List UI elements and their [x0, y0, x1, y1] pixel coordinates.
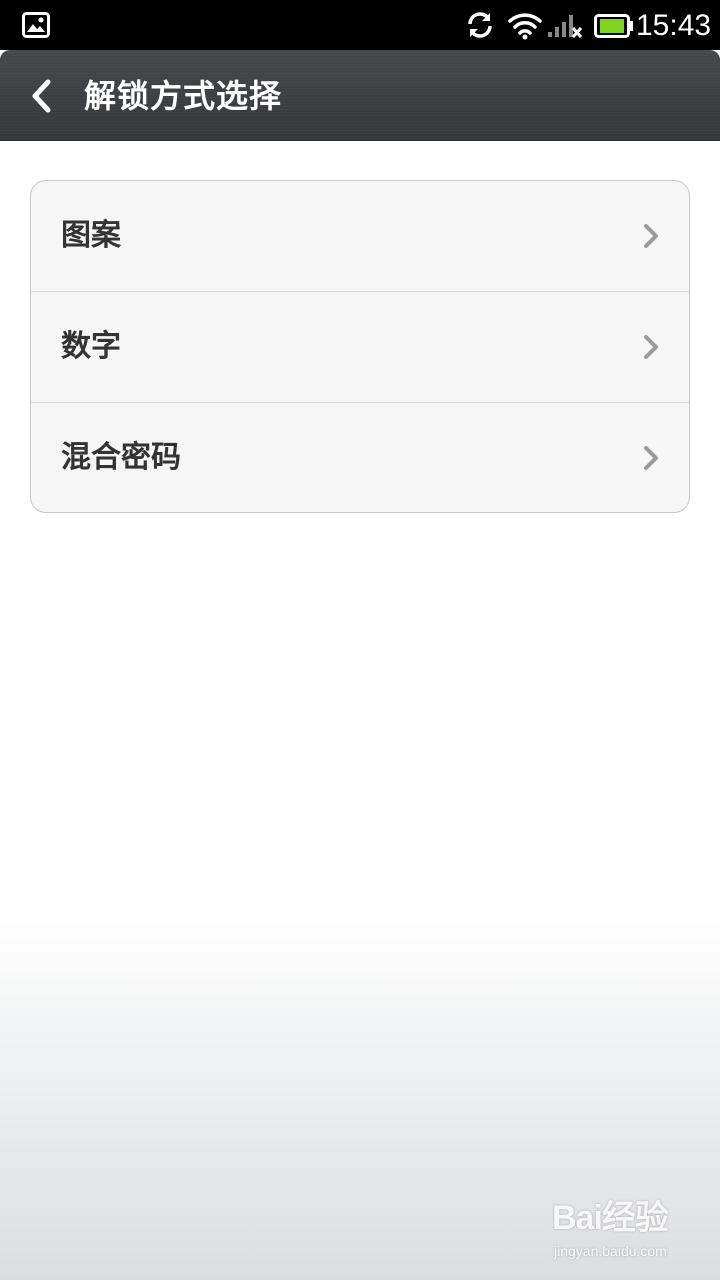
option-pin[interactable]: 数字 — [31, 292, 689, 402]
baidu-jingyan-watermark: Bai经验 jingyan.baidu.com — [552, 1198, 692, 1268]
back-button[interactable] — [22, 72, 66, 120]
option-label: 图案 — [61, 218, 121, 253]
watermark-brand: Bai经验 — [552, 1199, 669, 1237]
title-bar: 解锁方式选择 — [0, 50, 720, 140]
battery-icon — [594, 14, 633, 38]
gallery-icon — [22, 12, 50, 38]
signal-icon — [548, 15, 583, 38]
chevron-left-icon — [32, 79, 51, 113]
option-pattern[interactable]: 图案 — [31, 181, 689, 291]
status-bar: 15:43 — [0, 0, 720, 50]
unlock-method-list: 图案 数字 混合密码 — [30, 180, 690, 513]
wifi-icon — [508, 13, 542, 40]
option-password[interactable]: 混合密码 — [31, 403, 689, 512]
status-time: 15:43 — [636, 9, 712, 42]
sync-icon — [468, 12, 492, 38]
chevron-right-icon — [644, 335, 658, 359]
chevron-right-icon — [644, 224, 658, 248]
chevron-right-icon — [644, 446, 658, 470]
option-label: 混合密码 — [61, 440, 181, 475]
page-title: 解锁方式选择 — [84, 77, 283, 115]
option-label: 数字 — [61, 329, 121, 364]
watermark-url: jingyan.baidu.com — [554, 1243, 667, 1259]
